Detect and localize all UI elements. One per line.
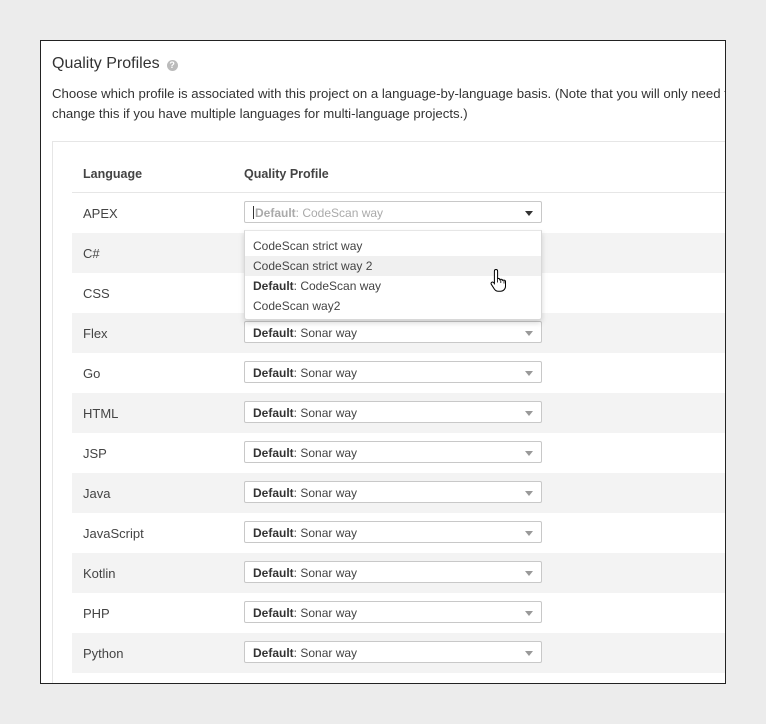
profile-default-prefix: Default xyxy=(255,206,296,220)
chevron-down-icon[interactable] xyxy=(525,651,533,656)
language-label: JavaScript xyxy=(83,526,144,541)
table-row: JavaScript Default: Sonar way xyxy=(72,513,725,553)
quality-profile-select[interactable]: Default: Sonar way xyxy=(244,521,542,543)
profile-value: Sonar way xyxy=(300,526,358,540)
text-caret xyxy=(253,206,254,219)
table-row: HTML Default: Sonar way xyxy=(72,393,725,433)
profile-default-prefix: Default xyxy=(253,526,294,540)
table-row: Kotlin Default: Sonar way xyxy=(72,553,725,593)
table-row: Go Default: Sonar way xyxy=(72,353,725,393)
option-label: CodeScan way xyxy=(300,279,382,293)
table-row: Java Default: Sonar way xyxy=(72,473,725,513)
quality-profile-select[interactable]: Default: Sonar way xyxy=(244,321,542,343)
profile-value: Sonar way xyxy=(300,446,358,460)
language-label: PHP xyxy=(83,606,110,621)
language-label: HTML xyxy=(83,406,119,421)
language-label: CSS xyxy=(83,286,110,301)
option-label: CodeScan strict way xyxy=(253,239,363,253)
chevron-down-icon[interactable] xyxy=(525,331,533,336)
profile-default-prefix: Default xyxy=(253,486,294,500)
quality-profile-select[interactable]: Default: Sonar way xyxy=(244,561,542,583)
quality-profile-select[interactable]: Default: Sonar way xyxy=(244,401,542,423)
profile-default-prefix: Default xyxy=(253,326,294,340)
profile-default-prefix: Default xyxy=(253,406,294,420)
chevron-down-icon[interactable] xyxy=(525,531,533,536)
profile-value: Sonar way xyxy=(300,606,358,620)
page-title-row: Quality Profiles ? xyxy=(52,55,725,73)
chevron-down-icon[interactable] xyxy=(525,371,533,376)
page-header: Quality Profiles ? Choose which profile … xyxy=(52,55,726,124)
profile-value: Sonar way xyxy=(300,406,358,420)
language-label: Java xyxy=(83,486,111,501)
profile-value: CodeScan way xyxy=(302,206,384,220)
page-description: Choose which profile is associated with … xyxy=(52,86,726,121)
quality-profile-select[interactable]: Default: Sonar way xyxy=(244,441,542,463)
dropdown-option[interactable]: CodeScan strict way xyxy=(245,236,541,256)
language-label: C# xyxy=(83,246,100,261)
profile-value: Sonar way xyxy=(300,646,358,660)
quality-profile-select[interactable]: Default: CodeScan way xyxy=(244,201,542,223)
chevron-down-icon[interactable] xyxy=(525,411,533,416)
chevron-down-icon[interactable] xyxy=(525,211,533,216)
table-row: JSP Default: Sonar way xyxy=(72,433,725,473)
chevron-down-icon[interactable] xyxy=(525,611,533,616)
language-label: Python xyxy=(83,646,124,661)
option-default-prefix: Default xyxy=(253,279,294,293)
table-row: APEX Default: CodeScan way xyxy=(72,193,725,233)
hand-pointer-icon xyxy=(490,268,506,292)
language-label: Go xyxy=(83,366,101,381)
quality-profile-select[interactable]: Default: Sonar way xyxy=(244,481,542,503)
option-label: CodeScan way2 xyxy=(253,299,341,313)
question-circle-icon[interactable]: ? xyxy=(166,59,178,71)
quality-profile-select[interactable]: Default: Sonar way xyxy=(244,601,542,623)
profile-value: Sonar way xyxy=(300,486,358,500)
profile-default-prefix: Default xyxy=(253,566,294,580)
language-label: Kotlin xyxy=(83,566,116,581)
profile-value: Sonar way xyxy=(300,366,358,380)
profile-default-prefix: Default xyxy=(253,446,294,460)
language-label: Flex xyxy=(83,326,108,341)
quality-profile-select[interactable]: Default: Sonar way xyxy=(244,641,542,663)
language-label: APEX xyxy=(83,206,118,221)
quality-profile-select[interactable]: Default: Sonar way xyxy=(244,361,542,383)
dropdown-option[interactable]: CodeScan way2 xyxy=(245,296,541,316)
chevron-down-icon[interactable] xyxy=(525,571,533,576)
table-row: Python Default: Sonar way xyxy=(72,633,725,673)
profile-default-prefix: Default xyxy=(253,606,294,620)
table-header: Language Quality Profile xyxy=(72,142,725,193)
column-header-language: Language xyxy=(83,167,143,181)
table-row: PHP Default: Sonar way xyxy=(72,593,725,633)
profile-default-prefix: Default xyxy=(253,366,294,380)
page-title: Quality Profiles xyxy=(52,55,160,72)
quality-profiles-window: Quality Profiles ? Choose which profile … xyxy=(40,40,726,684)
column-header-quality-profile: Quality Profile xyxy=(244,167,329,181)
profile-value: Sonar way xyxy=(300,566,358,580)
language-label: JSP xyxy=(83,446,107,461)
option-label: CodeScan strict way 2 xyxy=(253,259,373,273)
chevron-down-icon[interactable] xyxy=(525,491,533,496)
profiles-table: Language Quality Profile APEX Default: Co… xyxy=(52,141,725,683)
profile-default-prefix: Default xyxy=(253,646,294,660)
profile-value: Sonar way xyxy=(300,326,358,340)
chevron-down-icon[interactable] xyxy=(525,451,533,456)
